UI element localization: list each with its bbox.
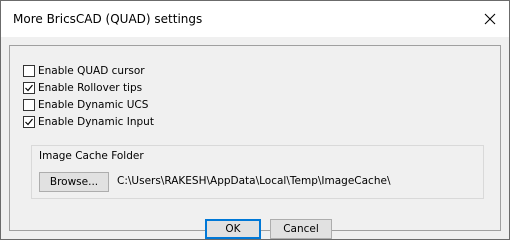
image-cache-path: C:\Users\RAKESH\AppData\Local\Temp\Image… (117, 175, 391, 187)
browse-button[interactable]: Browse... (39, 172, 109, 192)
image-cache-group-label: Image Cache Folder (39, 150, 144, 162)
close-icon (484, 13, 496, 25)
checkmark-icon (25, 84, 33, 92)
close-button[interactable] (471, 1, 509, 37)
quad-cursor-checkbox[interactable] (23, 65, 35, 77)
title-bar: More BricsCAD (QUAD) settings (1, 1, 509, 37)
checkmark-icon (25, 118, 33, 126)
rollover-tips-label[interactable]: Enable Rollover tips (38, 82, 142, 94)
dynamic-ucs-label[interactable]: Enable Dynamic UCS (38, 99, 148, 111)
quad-cursor-label[interactable]: Enable QUAD cursor (38, 65, 145, 77)
dialog-title: More BricsCAD (QUAD) settings (13, 12, 203, 26)
option-dynamic-input[interactable]: Enable Dynamic Input (23, 114, 154, 130)
option-dynamic-ucs[interactable]: Enable Dynamic UCS (23, 97, 148, 113)
dynamic-input-label[interactable]: Enable Dynamic Input (38, 116, 154, 128)
option-quad-cursor[interactable]: Enable QUAD cursor (23, 63, 145, 79)
dynamic-input-checkbox[interactable] (23, 116, 35, 128)
option-rollover-tips[interactable]: Enable Rollover tips (23, 80, 142, 96)
rollover-tips-checkbox[interactable] (23, 82, 35, 94)
settings-dialog: More BricsCAD (QUAD) settings Enable QUA… (0, 0, 510, 240)
ok-button[interactable]: OK (205, 219, 261, 239)
cancel-button[interactable]: Cancel (270, 219, 332, 239)
dynamic-ucs-checkbox[interactable] (23, 99, 35, 111)
